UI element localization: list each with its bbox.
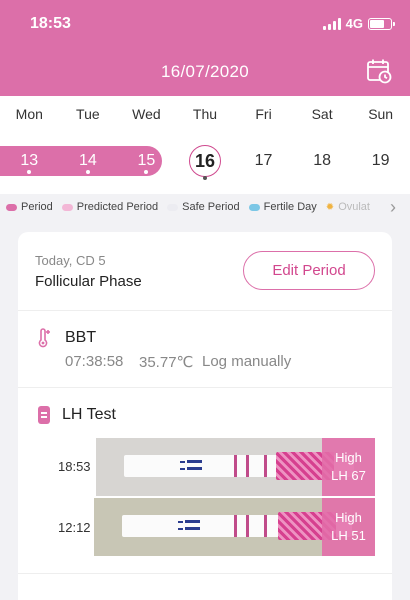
test-line <box>264 455 267 477</box>
signal-icon <box>322 17 341 30</box>
cycle-legend: Period Predicted Period Safe Period Fert… <box>0 194 410 220</box>
control-line <box>246 515 249 537</box>
legend-label: Ovulat <box>338 201 370 213</box>
test-strip-icon <box>38 406 50 424</box>
max-arrows-icon <box>180 460 202 470</box>
ovulation-icon: ✹ <box>325 201 335 213</box>
log-manually-link[interactable]: Log manually <box>202 353 291 370</box>
lh-result-level: High <box>335 450 362 465</box>
divider <box>18 573 392 574</box>
weekday-row: Mon Tue Wed Thu Fri Sat Sun <box>0 96 410 132</box>
log-dot <box>85 170 90 174</box>
bbt-temperature: 35.77℃ <box>139 354 194 371</box>
date-cell-today[interactable]: 16 <box>176 145 235 180</box>
edit-period-button[interactable]: Edit Period <box>243 251 375 290</box>
legend-label: Safe Period <box>182 201 240 213</box>
status-time: 18:53 <box>30 15 71 32</box>
legend-item-predicted-period: Predicted Period <box>61 201 159 213</box>
date-cell[interactable]: 19 <box>351 146 410 176</box>
max-arrows-icon <box>178 520 200 530</box>
status-indicators: 4G <box>322 16 395 31</box>
lh-test-title: LH Test <box>62 406 116 423</box>
today-ring: 16 <box>188 145 221 177</box>
lh-test-time: 12:12 <box>58 520 91 535</box>
calendar-clock-icon[interactable] <box>366 58 392 84</box>
legend-label: Predicted Period <box>76 201 159 213</box>
battery-icon <box>368 17 395 30</box>
bbt-title: BBT <box>65 329 97 346</box>
network-label: 4G <box>345 16 363 31</box>
lh-result-badge: High LH 67 <box>322 438 375 496</box>
weekday-label: Thu <box>192 106 218 122</box>
lh-test-strip[interactable]: High LH 51 <box>94 498 375 556</box>
app-header: 18:53 4G 16/07/2020 <box>0 0 410 96</box>
date-cell[interactable]: 15 <box>117 146 176 176</box>
lh-result-badge: High LH 51 <box>322 498 375 556</box>
header-date: 16/07/2020 <box>160 62 250 81</box>
legend-item-fertile-day: Fertile Day <box>248 201 317 213</box>
date-number: 14 <box>78 152 97 169</box>
date-number: 15 <box>137 152 156 169</box>
cycle-day-label: Today, CD 5 <box>35 253 106 268</box>
date-number: 19 <box>371 152 390 169</box>
lh-result-value: LH 67 <box>331 468 366 483</box>
day-detail-card: Today, CD 5 Follicular Phase Edit Period… <box>18 232 392 600</box>
date-number: 17 <box>254 152 273 169</box>
control-line <box>234 455 237 477</box>
divider <box>18 310 392 311</box>
lh-test-time: 18:53 <box>58 459 91 474</box>
legend-label: Fertile Day <box>263 201 317 213</box>
chevron-right-icon[interactable]: › <box>390 197 396 218</box>
legend-item-ovulation: ✹ Ovulat <box>326 201 370 213</box>
log-dot <box>27 170 32 174</box>
date-cell[interactable]: 18 <box>293 146 352 176</box>
lh-result-level: High <box>335 510 362 525</box>
control-line <box>246 455 249 477</box>
log-dot <box>144 170 149 174</box>
date-cell[interactable]: 14 <box>59 146 118 176</box>
date-number: 13 <box>20 152 39 169</box>
date-cell[interactable]: 13 <box>0 146 59 176</box>
weekday-label: Fri <box>255 106 272 122</box>
week-strip: Mon Tue Wed Thu Fri Sat Sun 13 14 15 16 … <box>0 96 410 194</box>
lh-result-value: LH 51 <box>331 528 366 543</box>
date-number: 18 <box>313 152 331 169</box>
lh-test-strip[interactable]: High LH 67 <box>96 438 375 496</box>
phase-label: Follicular Phase <box>35 273 142 290</box>
thermometer-icon <box>38 328 50 348</box>
divider <box>18 387 392 388</box>
log-dot <box>202 176 207 180</box>
legend-item-period: Period <box>6 201 53 213</box>
weekday-label: Sun <box>368 106 394 122</box>
date-row: 13 14 15 16 17 18 19 <box>0 145 410 180</box>
legend-label: Period <box>21 201 53 213</box>
weekday-label: Wed <box>132 106 161 122</box>
weekday-label: Tue <box>76 106 100 122</box>
weekday-label: Mon <box>15 106 43 122</box>
weekday-label: Sat <box>311 106 333 122</box>
date-number: 16 <box>194 150 215 171</box>
control-line <box>234 515 237 537</box>
test-line <box>264 515 267 537</box>
legend-item-safe-period: Safe Period <box>167 201 240 213</box>
bbt-time: 07:38:58 <box>65 353 124 370</box>
date-cell[interactable]: 17 <box>234 146 293 176</box>
